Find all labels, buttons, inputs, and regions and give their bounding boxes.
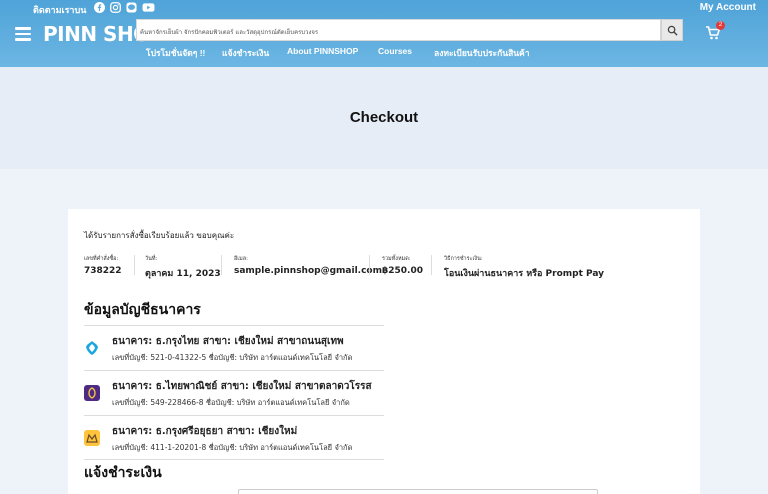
divider xyxy=(221,255,222,275)
line-icon[interactable] xyxy=(126,2,137,13)
nav-warranty-register[interactable]: ลงทะเบียนรับประกันสินค้า xyxy=(434,46,530,60)
facebook-icon[interactable] xyxy=(94,2,105,13)
my-account-link[interactable]: My Account xyxy=(700,2,756,13)
list-item: ธนาคาร: ธ.กรุงไทย สาขา: เชียงใหม่ สาขาถน… xyxy=(84,325,384,370)
follow-us-label: ติดตามเราบน xyxy=(33,5,87,15)
youtube-icon[interactable] xyxy=(142,2,155,13)
search-input[interactable]: ค้นหาจักรเย็บผ้า จักรปักคอมพิวเตอร์ และว… xyxy=(136,19,661,41)
order-total: รวมทั้งหมด: ฿250.00 xyxy=(382,256,423,276)
bank-details-heading: ข้อมูลบัญชีธนาคาร xyxy=(84,302,201,318)
page-hero: Checkout xyxy=(0,67,768,169)
search-button[interactable] xyxy=(661,19,683,41)
payment-notify-heading: แจ้งชำระเงิน xyxy=(84,465,162,481)
scb-logo-icon xyxy=(84,385,100,401)
divider xyxy=(431,255,432,275)
list-item: ธนาคาร: ธ.กรุงศรีอยุธยา สาขา: เชียงใหม่ … xyxy=(84,415,384,460)
menu-icon[interactable] xyxy=(15,27,31,41)
krungthai-logo-icon xyxy=(84,340,100,356)
thank-you-message: ได้รับรายการสั่งซื้อเรียบร้อยแล้ว ขอบคุณ… xyxy=(84,231,235,240)
divider xyxy=(134,255,135,275)
list-item: ธนาคาร: ธ.ไทยพาณิชย์ สาขา: เชียงใหม่ สาข… xyxy=(84,370,384,415)
nav-payment-notify[interactable]: แจ้งชำระเงิน xyxy=(222,46,269,60)
site-header: ติดตามเราบน My Account PINN SHOP ค้นหาจั… xyxy=(0,0,768,67)
nav-promotions[interactable]: โปรโมชั่นจัดๆ !! xyxy=(146,46,205,60)
payment-method: วิธีการชำระเงิน: โอนเงินผ่านธนาคาร หรือ … xyxy=(444,256,605,279)
nav-about[interactable]: About PINNSHOP xyxy=(287,46,358,56)
search-icon xyxy=(667,25,678,36)
bank-account-list: ธนาคาร: ธ.กรุงไทย สาขา: เชียงใหม่ สาขาถน… xyxy=(84,325,384,460)
page-title: Checkout xyxy=(349,109,419,126)
order-number: เลขที่คำสั่งซื้อ: 738222 xyxy=(84,256,122,276)
instagram-icon[interactable] xyxy=(110,2,121,13)
payment-notify-field[interactable] xyxy=(238,489,598,494)
krungsri-logo-icon xyxy=(84,430,100,446)
divider xyxy=(369,255,370,275)
order-email: อีเมล: sample.pinnshop@gmail.com xyxy=(234,256,382,276)
nav-courses[interactable]: Courses xyxy=(378,46,412,56)
order-received-card: ได้รับรายการสั่งซื้อเรียบร้อยแล้ว ขอบคุณ… xyxy=(68,209,700,494)
cart-count-badge: 2 xyxy=(716,21,725,30)
order-date: วันที่: ตุลาคม 11, 2023 xyxy=(145,256,221,279)
